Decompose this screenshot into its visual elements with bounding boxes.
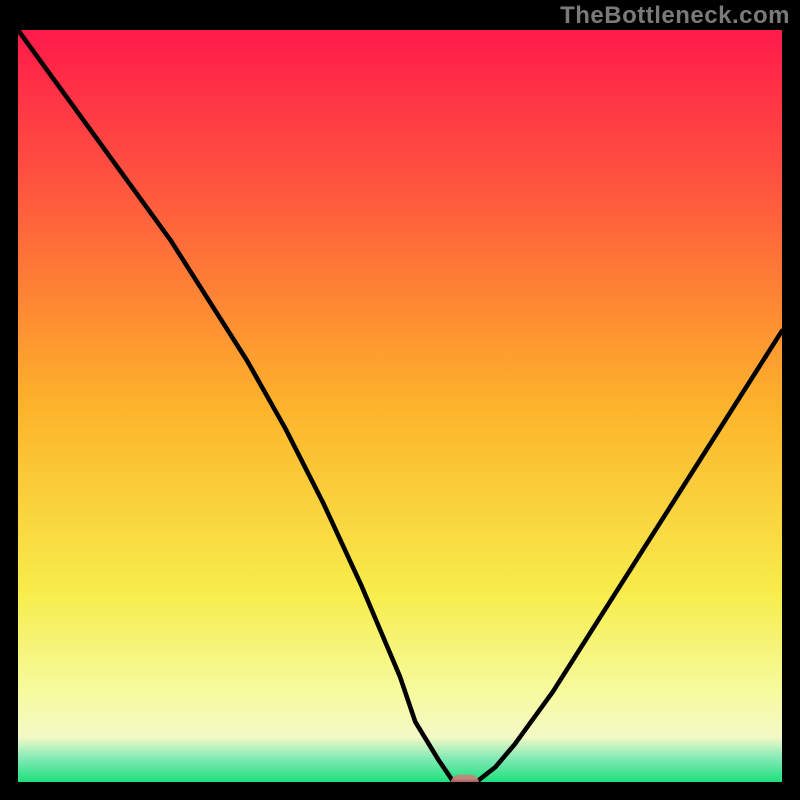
gradient-background [18, 30, 782, 782]
watermark-text: TheBottleneck.com [560, 2, 790, 30]
bottleneck-plot [18, 30, 782, 782]
chart-frame: TheBottleneck.com [0, 0, 800, 800]
